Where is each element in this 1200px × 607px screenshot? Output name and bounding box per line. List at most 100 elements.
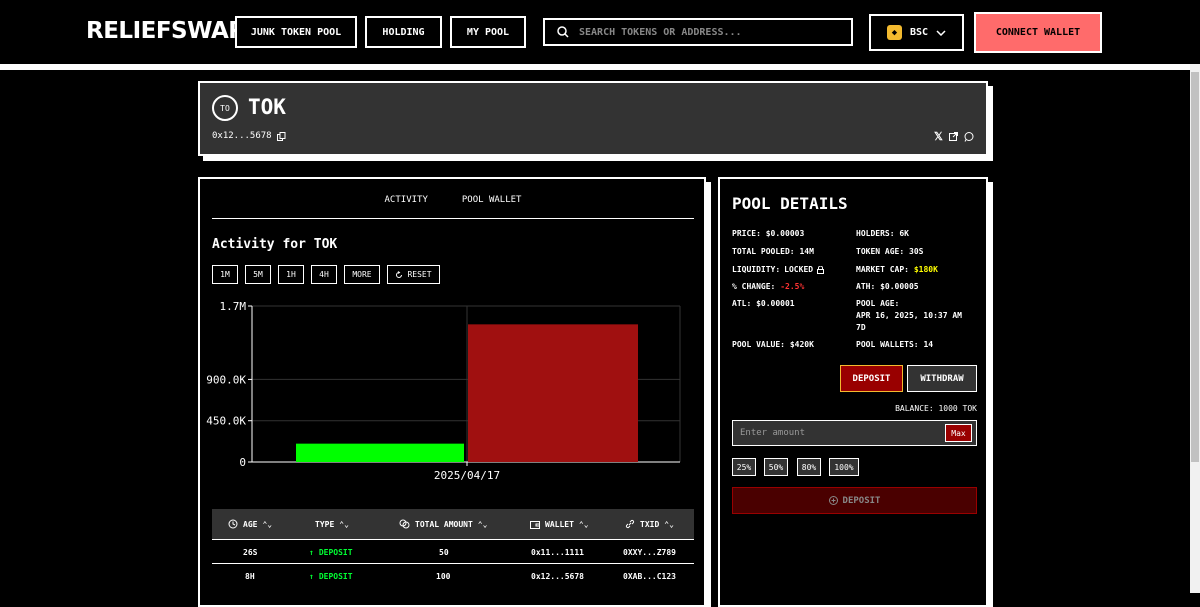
row-wallet[interactable]: 0x12...5678	[531, 564, 584, 588]
th-wallet-label: WALLET	[545, 519, 574, 529]
stat-market-cap: MARKET CAP: $180K	[856, 265, 938, 274]
amount-input[interactable]	[738, 427, 938, 439]
nav-junk-token-pool[interactable]: JUNK TOKEN POOL	[235, 16, 357, 48]
th-txid[interactable]: TXID ⌃⌄	[625, 509, 674, 539]
reset-button[interactable]: RESET	[387, 265, 440, 284]
chain-label: BSC	[909, 27, 929, 38]
header-divider	[0, 64, 1190, 70]
deposit-submit-label: DEPOSIT	[842, 495, 881, 506]
plus-circle-icon	[828, 496, 838, 505]
nav-my-pool[interactable]: MY POOL	[450, 16, 526, 48]
y-tick-label: 0	[239, 456, 246, 469]
token-links: 𝕏	[934, 130, 974, 143]
row-age: 8H	[245, 571, 255, 581]
timeframe-4h[interactable]: 4H	[311, 265, 337, 284]
stat-holders: HOLDERS: 6K	[856, 229, 909, 238]
chat-icon[interactable]	[964, 131, 974, 142]
stat-atl: ATL: $0.00001	[732, 299, 795, 308]
search-input[interactable]	[577, 25, 837, 39]
stat-change: % CHANGE: -2.5%	[732, 282, 805, 291]
token-name: TOK	[248, 95, 286, 119]
row-amount: 50	[439, 547, 449, 557]
row-txid[interactable]: 0XAB...C123	[623, 564, 676, 588]
stat-total-pooled: TOTAL POOLED: 14M	[732, 247, 814, 256]
lock-icon	[817, 266, 825, 274]
activity-tabs: ACTIVITY POOL WALLET	[212, 195, 694, 219]
connect-wallet-button[interactable]: CONNECT WALLET	[974, 12, 1102, 53]
stat-pool-age: POOL AGE: APR 16, 2025, 10:37 AM 7D	[856, 299, 962, 332]
y-tick-label: 1.7M	[220, 300, 247, 313]
th-type[interactable]: TYPE ⌃⌄	[315, 509, 349, 539]
chevron-down-icon	[936, 29, 946, 36]
stat-token-age: TOKEN AGE: 30S	[856, 247, 924, 256]
timeframe-5m[interactable]: 5M	[245, 265, 271, 284]
y-tick-label: 450.0K	[206, 415, 246, 428]
stat-price: PRICE: $0.00003	[732, 229, 805, 238]
deposit-tab[interactable]: DEPOSIT	[840, 365, 903, 392]
withdraw-tab[interactable]: WITHDRAW	[907, 365, 977, 392]
deposit-submit-button[interactable]: DEPOSIT	[732, 487, 977, 514]
token-avatar: TO	[212, 95, 238, 121]
search-icon	[557, 26, 569, 38]
timeframe-1h[interactable]: 1H	[278, 265, 304, 284]
wallet-icon	[530, 520, 540, 529]
sort-icon: ⌃⌄	[664, 519, 674, 529]
row-txid[interactable]: 0XXY...Z789	[623, 540, 676, 564]
row-type: ↑ DEPOSIT	[309, 564, 353, 588]
row-type-label: DEPOSIT	[318, 571, 353, 581]
external-link-icon[interactable]	[948, 132, 958, 141]
th-txid-label: TXID	[640, 519, 660, 529]
clock-icon	[228, 519, 238, 529]
x-icon[interactable]: 𝕏	[934, 130, 943, 143]
percent-80-button[interactable]: 80%	[797, 458, 821, 476]
pool-details-panel: POOL DETAILS PRICE: $0.00003 HOLDERS: 6K…	[718, 177, 988, 607]
stat-liquidity: LIQUIDITY: LOCKED	[732, 264, 825, 276]
pool-details-title: POOL DETAILS	[732, 194, 848, 213]
percent-25-button[interactable]: 25%	[732, 458, 756, 476]
row-wallet[interactable]: 0x11...1111	[531, 540, 584, 564]
tab-activity[interactable]: ACTIVITY	[385, 195, 428, 218]
activity-panel: ACTIVITY POOL WALLET Activity for TOK 1M…	[198, 177, 706, 607]
token-header-card: TO TOK 0x12...5678 𝕏	[198, 81, 988, 156]
bsc-icon: ◆	[886, 25, 902, 40]
tab-pool-wallet[interactable]: POOL WALLET	[462, 195, 522, 218]
row-age: 26S	[243, 547, 258, 557]
token-address: 0x12...5678	[212, 131, 272, 141]
max-button[interactable]: Max	[945, 424, 972, 442]
reset-label: RESET	[407, 270, 432, 279]
table-header: AGE ⌃⌄ TYPE ⌃⌄ TOTAL AMOUNT ⌃⌄ WALLET ⌃⌄…	[212, 509, 694, 539]
arrow-up-icon: ↑	[309, 571, 314, 581]
timeframe-more[interactable]: MORE	[344, 265, 380, 284]
sort-icon: ⌃⌄	[262, 519, 273, 529]
copy-icon[interactable]	[276, 131, 286, 141]
th-type-label: TYPE	[315, 519, 335, 529]
amount-field: Max	[732, 420, 977, 446]
th-total-amount[interactable]: TOTAL AMOUNT ⌃⌄	[399, 509, 487, 539]
row-type-label: DEPOSIT	[318, 547, 353, 557]
token-address-row: 0x12...5678	[212, 131, 286, 141]
stat-ath: ATH: $0.00005	[856, 282, 919, 291]
arrow-up-icon: ↑	[309, 547, 314, 557]
activity-title: Activity for TOK	[212, 237, 338, 252]
stat-pool-wallets: POOL WALLETS: 14	[856, 340, 934, 349]
scrollbar-thumb[interactable]	[1191, 72, 1199, 462]
table-row[interactable]: 8H ↑ DEPOSIT 100 0x12...5678 0XAB...C123	[212, 563, 694, 587]
th-amount-label: TOTAL AMOUNT	[415, 519, 473, 529]
timeframe-1m[interactable]: 1M	[212, 265, 238, 284]
percent-50-button[interactable]: 50%	[764, 458, 788, 476]
th-age[interactable]: AGE ⌃⌄	[228, 509, 272, 539]
balance-text: BALANCE: 1000 TOK	[895, 404, 977, 413]
percent-100-button[interactable]: 100%	[829, 458, 859, 476]
th-wallet[interactable]: WALLET ⌃⌄	[530, 509, 589, 539]
table-row[interactable]: 26S ↑ DEPOSIT 50 0x11...1111 0XXY...Z789	[212, 539, 694, 563]
reset-icon	[396, 270, 403, 278]
x-tick-label: 2025/04/17	[434, 469, 500, 481]
link-icon	[625, 519, 635, 529]
chart-bar	[468, 324, 638, 462]
th-age-label: AGE	[243, 519, 258, 529]
nav-holding[interactable]: HOLDING	[365, 16, 442, 48]
chain-selector[interactable]: ◆ BSC	[869, 14, 964, 51]
activity-chart: 0 450.0K 900.0K 1.7M 2025/04/17	[206, 300, 681, 481]
app-logo[interactable]: RELIEFSWAP	[86, 18, 245, 44]
sort-icon: ⌃⌄	[477, 519, 488, 529]
